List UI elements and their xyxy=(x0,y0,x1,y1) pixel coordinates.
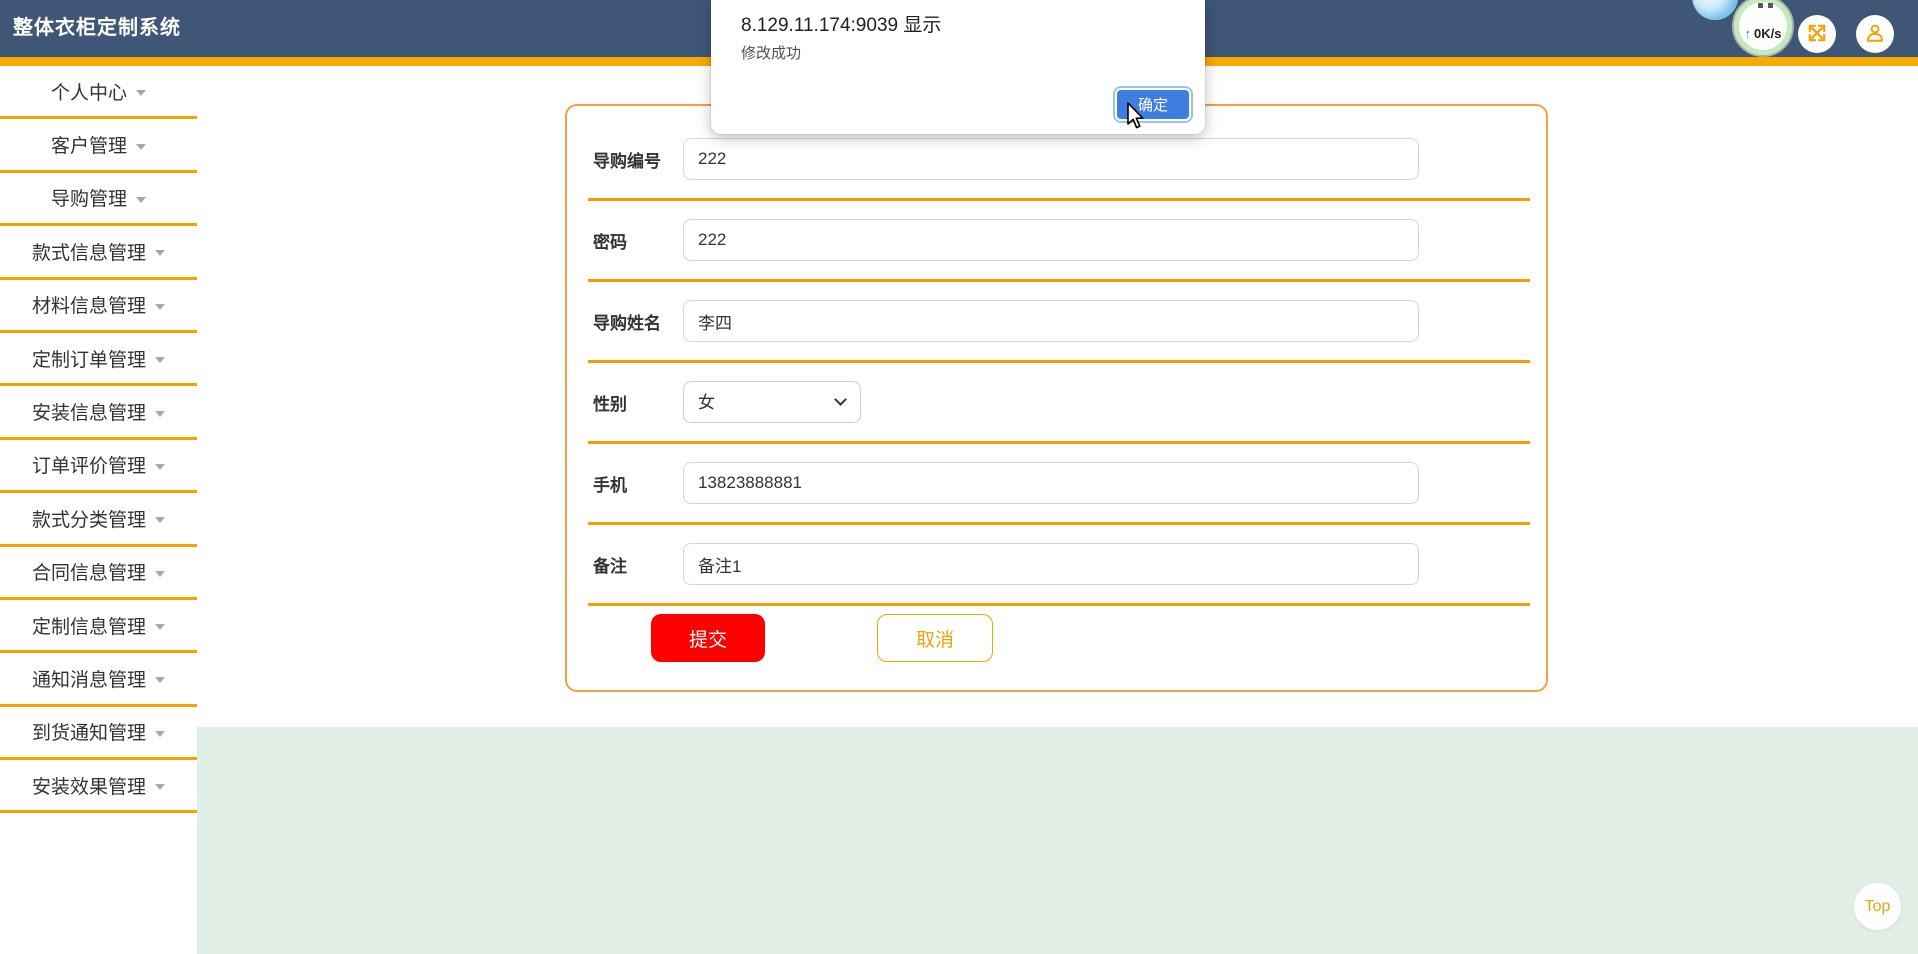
chevron-down-icon xyxy=(155,730,165,737)
chevron-down-icon xyxy=(136,90,146,97)
guide-edit-form: 导购编号密码导购姓名性别 女手机备注 提交 取消 xyxy=(565,104,1548,692)
form-rows: 导购编号密码导购姓名性别 女手机备注 xyxy=(567,120,1546,606)
sidebar-item-install-info-mgmt[interactable]: 安装信息管理 xyxy=(0,386,197,440)
password-label: 密码 xyxy=(593,232,627,252)
chevron-down-icon xyxy=(136,196,146,203)
fullscreen-expand-icon xyxy=(1807,23,1827,46)
chevron-down-icon xyxy=(155,250,165,257)
chevron-down-icon xyxy=(155,410,165,417)
guide-name-label: 导购姓名 xyxy=(593,313,661,333)
sidebar-item-label: 定制订单管理 xyxy=(31,349,146,371)
chevron-down-icon xyxy=(155,357,165,364)
dialog-message: 修改成功 xyxy=(741,45,802,62)
form-row-remark: 备注 xyxy=(567,525,1546,603)
form-row-phone: 手机 xyxy=(567,444,1546,522)
password-input[interactable] xyxy=(683,219,1419,261)
remark-label: 备注 xyxy=(593,556,627,576)
sidebar-item-customer-mgmt[interactable]: 客户管理 xyxy=(0,119,197,173)
sidebar-item-style-category-mgmt[interactable]: 款式分类管理 xyxy=(0,493,197,547)
sidebar-item-order-review-mgmt[interactable]: 订单评价管理 xyxy=(0,439,197,494)
sidebar-item-contract-info-mgmt[interactable]: 合同信息管理 xyxy=(0,546,197,600)
gender-select[interactable]: 女 xyxy=(683,381,861,423)
sidebar-item-label: 订单评价管理 xyxy=(31,456,146,478)
phone-label: 手机 xyxy=(593,475,627,495)
phone-input[interactable] xyxy=(683,462,1419,504)
fullscreen-button[interactable] xyxy=(1798,15,1836,53)
sidebar-item-label: 款式分类管理 xyxy=(31,509,146,531)
remark-input[interactable] xyxy=(683,543,1419,585)
footer-background-panel xyxy=(197,727,1918,954)
chevron-down-icon xyxy=(155,570,165,577)
browser-alert-dialog: 8.129.11.174:9039 显示 修改成功 确定 xyxy=(711,0,1205,134)
app-title: 整体衣柜定制系统 xyxy=(13,17,181,39)
gender-select-wrap: 女 xyxy=(683,381,861,423)
chevron-down-icon xyxy=(155,517,165,524)
cancel-button[interactable]: 取消 xyxy=(877,614,993,662)
sidebar-item-label: 客户管理 xyxy=(50,136,127,158)
sidebar-item-label: 通知消息管理 xyxy=(31,669,146,691)
sidebar-item-install-effect-mgmt[interactable]: 安装效果管理 xyxy=(0,760,197,814)
dialog-ok-button[interactable]: 确定 xyxy=(1115,88,1191,121)
dialog-title: 8.129.11.174:9039 显示 xyxy=(741,15,942,36)
guide-no-input[interactable] xyxy=(683,138,1419,180)
back-to-top-button[interactable]: Top xyxy=(1854,883,1901,930)
form-row-gender: 性别 女 xyxy=(567,363,1546,441)
sidebar-item-custom-order-mgmt[interactable]: 定制订单管理 xyxy=(0,332,197,387)
sidebar-item-material-info-mgmt[interactable]: 材料信息管理 xyxy=(0,279,197,333)
sidebar: 个人中心客户管理导购管理款式信息管理 材料信息管理 定制订单管理 安装信息管理 订单评价… xyxy=(0,66,197,954)
sidebar-item-label: 到货通知管理 xyxy=(31,723,146,745)
sidebar-item-label: 导购管理 xyxy=(50,189,127,211)
guide-no-label: 导购编号 xyxy=(593,151,661,171)
guide-name-input[interactable] xyxy=(683,300,1419,342)
form-actions: 提交 取消 xyxy=(567,614,1546,662)
sidebar-item-style-info-mgmt[interactable]: 款式信息管理 xyxy=(0,226,197,280)
chevron-down-icon xyxy=(155,463,165,470)
user-icon xyxy=(1864,22,1886,47)
sidebar-item-label: 材料信息管理 xyxy=(31,296,146,318)
chevron-down-icon xyxy=(155,677,165,684)
sidebar-item-arrival-notice-mgmt[interactable]: 到货通知管理 xyxy=(0,706,197,761)
submit-button[interactable]: 提交 xyxy=(651,614,765,662)
chevron-down-icon xyxy=(155,624,165,631)
sidebar-item-notice-message-mgmt[interactable]: 通知消息管理 xyxy=(0,653,197,707)
gender-label: 性别 xyxy=(593,394,627,414)
row-separator xyxy=(588,603,1530,606)
form-row-guide-name: 导购姓名 xyxy=(567,282,1546,360)
sidebar-item-label: 个人中心 xyxy=(50,82,127,104)
user-profile-button[interactable] xyxy=(1856,15,1894,53)
sidebar-item-label: 安装信息管理 xyxy=(31,403,146,425)
form-row-password: 密码 xyxy=(567,201,1546,279)
sidebar-item-personal-center[interactable]: 个人中心 xyxy=(0,66,197,120)
sidebar-item-label: 合同信息管理 xyxy=(31,563,146,585)
sidebar-item-label: 款式信息管理 xyxy=(31,242,146,264)
sidebar-item-guide-mgmt[interactable]: 导购管理 xyxy=(0,172,197,227)
sidebar-item-label: 安装效果管理 xyxy=(31,776,146,798)
chevron-down-icon xyxy=(136,143,146,150)
sidebar-item-label: 定制信息管理 xyxy=(31,616,146,638)
chevron-down-icon xyxy=(155,784,165,791)
sidebar-item-customization-info-mgmt[interactable]: 定制信息管理 xyxy=(0,599,197,654)
chevron-down-icon xyxy=(155,303,165,310)
